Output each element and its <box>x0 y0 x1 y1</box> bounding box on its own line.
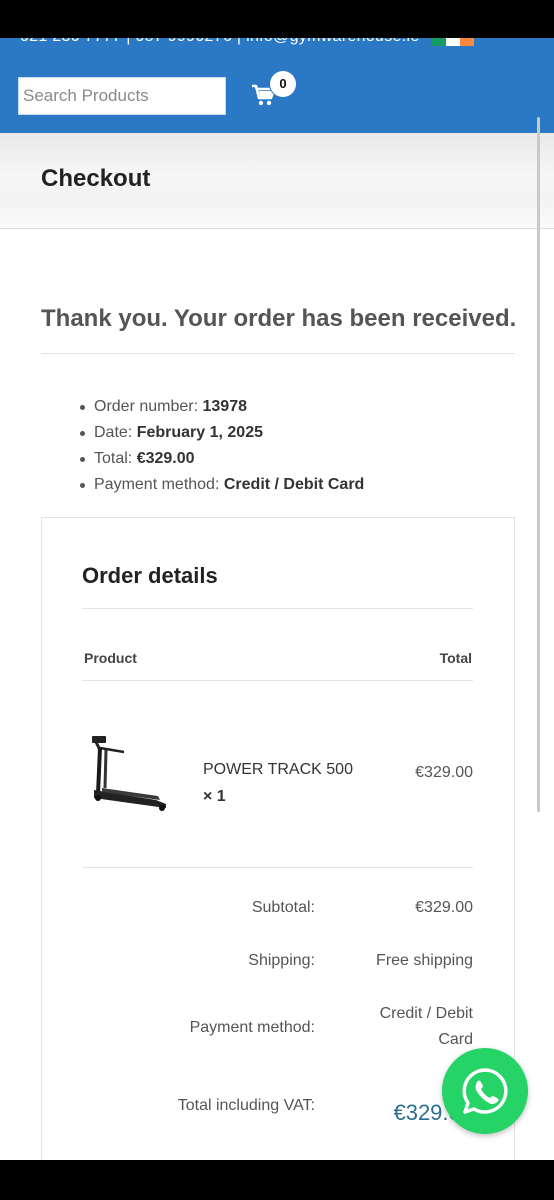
overview-order-number: Order number: 13978 <box>78 396 364 422</box>
shipping-value: Free shipping <box>376 952 473 969</box>
status-bar <box>0 0 554 38</box>
payment-method-value: Credit / Debit Card <box>379 1005 473 1048</box>
overview-total: Total: €329.00 <box>78 448 364 474</box>
whatsapp-chat-button[interactable] <box>442 1048 528 1134</box>
column-header-product: Product <box>84 650 137 666</box>
product-name-link[interactable]: POWER TRACK 500 <box>203 761 353 778</box>
treadmill-icon[interactable] <box>84 730 170 814</box>
site-header: 021 230 7777 | 087 9990276 | info@gymwar… <box>0 38 554 133</box>
order-details-title: Order details <box>82 563 218 588</box>
order-item: POWER TRACK 500 × 1 <box>203 756 363 810</box>
overview-payment-method: Payment method: Credit / Debit Card <box>78 474 364 500</box>
cart-count-badge[interactable]: 0 <box>270 71 296 97</box>
order-received-message: Thank you. Your order has been received. <box>41 305 517 332</box>
payment-method-label: Payment method: <box>189 1019 315 1036</box>
whatsapp-icon <box>462 1068 508 1114</box>
system-navigation-bar <box>0 1160 554 1200</box>
scrollbar[interactable] <box>537 117 540 812</box>
overview-date: Date: February 1, 2025 <box>78 422 364 448</box>
subtotal-value: €329.00 <box>415 899 473 916</box>
search-input[interactable] <box>18 77 226 115</box>
divider <box>41 353 515 354</box>
page-title: Checkout <box>41 165 151 192</box>
divider <box>82 608 473 609</box>
shipping-label: Shipping: <box>248 952 315 969</box>
divider <box>82 867 473 868</box>
subtotal-label: Subtotal: <box>251 899 315 916</box>
page-banner: Checkout <box>0 133 554 229</box>
order-overview: Order number: 13978 Date: February 1, 20… <box>78 396 364 500</box>
contact-info: 021 230 7777 | 087 9990276 | info@gymwar… <box>20 38 440 46</box>
ireland-flag-icon <box>432 38 474 46</box>
divider <box>82 680 473 681</box>
total-incl-vat-label: Total including VAT: <box>177 1097 315 1114</box>
product-line-total: €329.00 <box>415 764 473 781</box>
column-header-total: Total <box>439 650 472 666</box>
product-quantity: × 1 <box>203 788 226 805</box>
